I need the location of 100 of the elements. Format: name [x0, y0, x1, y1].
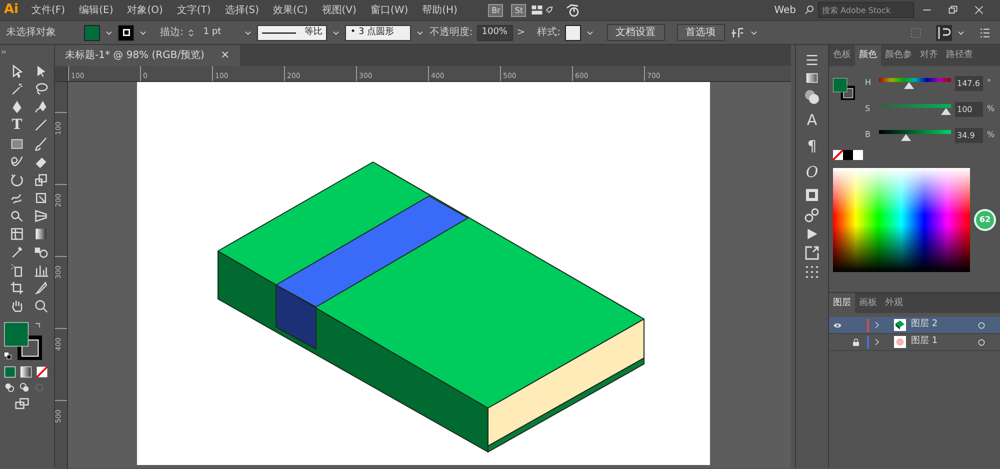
hand-icon[interactable] — [10, 299, 24, 313]
eyedropper-icon[interactable] — [10, 245, 24, 259]
layer-name[interactable]: 图层 2 — [911, 318, 938, 332]
panel-tab[interactable]: 画板 — [855, 293, 881, 314]
panel-tab[interactable]: 色板 — [829, 45, 855, 66]
magic-wand-icon[interactable] — [10, 82, 24, 96]
character-panel-button[interactable]: A — [799, 109, 825, 131]
menu-item[interactable]: 编辑(E) — [72, 2, 120, 18]
blend-icon[interactable] — [34, 245, 48, 259]
toolbar-button[interactable]: 首选项 — [676, 24, 725, 41]
fill-swatch[interactable] — [84, 24, 100, 40]
color-mode-icon[interactable] — [4, 366, 16, 378]
app-launch-button[interactable]: Br — [488, 4, 504, 16]
gradient-icon[interactable] — [34, 227, 48, 241]
swap-icon[interactable] — [34, 322, 42, 330]
none-mode-icon[interactable] — [36, 366, 48, 378]
expand-chevron-icon[interactable] — [873, 321, 881, 329]
menu-item[interactable]: 文件(F) — [24, 2, 72, 18]
mesh-icon[interactable] — [10, 227, 24, 241]
free-transform-icon[interactable] — [34, 191, 48, 205]
rotate-icon[interactable] — [10, 173, 24, 187]
opentype-panel-button[interactable]: O — [799, 161, 825, 183]
style-swatch[interactable] — [564, 24, 581, 40]
menu-item[interactable]: 选择(S) — [218, 2, 266, 18]
default-colors-icon[interactable] — [4, 352, 12, 360]
lock-icon[interactable] — [852, 338, 860, 346]
swatches-menu-icon[interactable] — [804, 53, 820, 67]
snap-icon[interactable] — [936, 24, 952, 40]
draw-behind-icon[interactable] — [19, 382, 30, 393]
gears-icon[interactable] — [804, 207, 820, 223]
scale-icon[interactable] — [34, 173, 48, 187]
gradient-mode-icon[interactable] — [20, 366, 32, 378]
panel-tab[interactable]: 对齐 — [916, 45, 942, 66]
value-field[interactable]: 100 — [955, 102, 983, 116]
more-options-button[interactable]: > — [516, 25, 526, 40]
color-spectrum[interactable] — [833, 168, 970, 272]
quick-swatch[interactable] — [843, 150, 853, 160]
type-tool[interactable]: T — [8, 117, 26, 134]
export-icon[interactable] — [804, 245, 820, 261]
screen-mode-icon[interactable] — [14, 397, 30, 411]
quick-swatch[interactable] — [853, 150, 863, 160]
workspace-switcher[interactable]: Web — [766, 2, 804, 18]
stroke-profile-dropdown[interactable]: 等比 — [257, 24, 328, 40]
search-field[interactable]: 搜索 Adobe Stock — [818, 2, 914, 18]
collapse-icon[interactable] — [0, 49, 8, 55]
toolbar-button[interactable]: 文档设置 — [606, 24, 665, 41]
selection-arrow-icon[interactable] — [10, 64, 24, 78]
pen-icon[interactable] — [10, 100, 24, 114]
close-tab-button[interactable]: × — [220, 47, 230, 64]
panel-tab[interactable]: 路径查 — [942, 45, 977, 66]
symbol-sprayer-icon[interactable] — [10, 263, 24, 277]
value-field[interactable]: 34.9 — [955, 128, 983, 142]
opacity-field[interactable]: 100% — [476, 24, 513, 40]
layout-icon[interactable] — [530, 4, 544, 16]
menu-icon[interactable] — [978, 26, 992, 38]
close-icon[interactable] — [974, 5, 984, 15]
fill-stroke-swatches[interactable] — [833, 78, 855, 100]
gradient-panel-icon[interactable] — [804, 71, 820, 85]
layer-row[interactable]: 图层 2 — [829, 317, 1000, 334]
brush-dropdown[interactable]: • 3 点圆形 — [345, 24, 412, 40]
panel-tab[interactable]: 颜色参 — [881, 45, 916, 66]
transparency-icon[interactable] — [804, 89, 820, 105]
panel-tab[interactable]: 颜色 — [855, 45, 881, 66]
curvature-pen-icon[interactable] — [34, 100, 48, 114]
menu-item[interactable]: 文字(T) — [170, 2, 218, 18]
image-trace-icon[interactable] — [804, 187, 820, 203]
paintbrush-icon[interactable] — [34, 137, 48, 151]
lasso-icon[interactable] — [34, 82, 48, 96]
fill-stroke-swatches[interactable] — [4, 322, 42, 360]
shape-builder-icon[interactable] — [10, 209, 24, 223]
play-icon[interactable] — [805, 227, 819, 241]
slider-thumb[interactable] — [904, 82, 914, 88]
none-swatch-icon[interactable] — [833, 150, 843, 160]
line-icon[interactable] — [34, 118, 48, 132]
slider-thumb[interactable] — [900, 134, 911, 140]
menu-item[interactable]: 窗口(W) — [363, 2, 416, 18]
menu-item[interactable]: 视图(V) — [314, 2, 364, 18]
value-field[interactable]: 147.6 — [955, 76, 983, 90]
eye-icon[interactable] — [832, 320, 842, 330]
layer-row[interactable]: 图层 1 — [829, 334, 1000, 351]
paragraph-panel-button[interactable]: ¶ — [799, 135, 825, 157]
panel-tab[interactable]: 外观 — [881, 293, 907, 314]
document-tab[interactable]: 未标题-1* @ 98% (RGB/预览) × — [55, 45, 240, 66]
eraser-icon[interactable] — [34, 155, 48, 169]
menu-item[interactable]: 效果(C) — [266, 2, 315, 18]
perspective-grid-icon[interactable] — [34, 209, 48, 223]
slice-icon[interactable] — [34, 281, 48, 295]
bar-graph-icon[interactable] — [34, 263, 48, 277]
shaper-icon[interactable] — [10, 155, 24, 169]
draw-normal-icon[interactable] — [4, 382, 15, 393]
stroke-swatch[interactable] — [118, 24, 134, 40]
panel-tab[interactable]: 图层 — [829, 293, 855, 314]
menu-item[interactable]: 帮助(H) — [415, 2, 464, 18]
app-launch-button[interactable]: St — [511, 4, 526, 16]
artboard-icon[interactable] — [10, 281, 24, 295]
zoom-icon[interactable] — [34, 299, 48, 313]
restore-icon[interactable] — [948, 5, 958, 15]
layer-name[interactable]: 图层 1 — [911, 335, 938, 349]
rectangle-icon[interactable] — [10, 137, 24, 151]
menu-item[interactable]: 对象(O) — [120, 2, 170, 18]
